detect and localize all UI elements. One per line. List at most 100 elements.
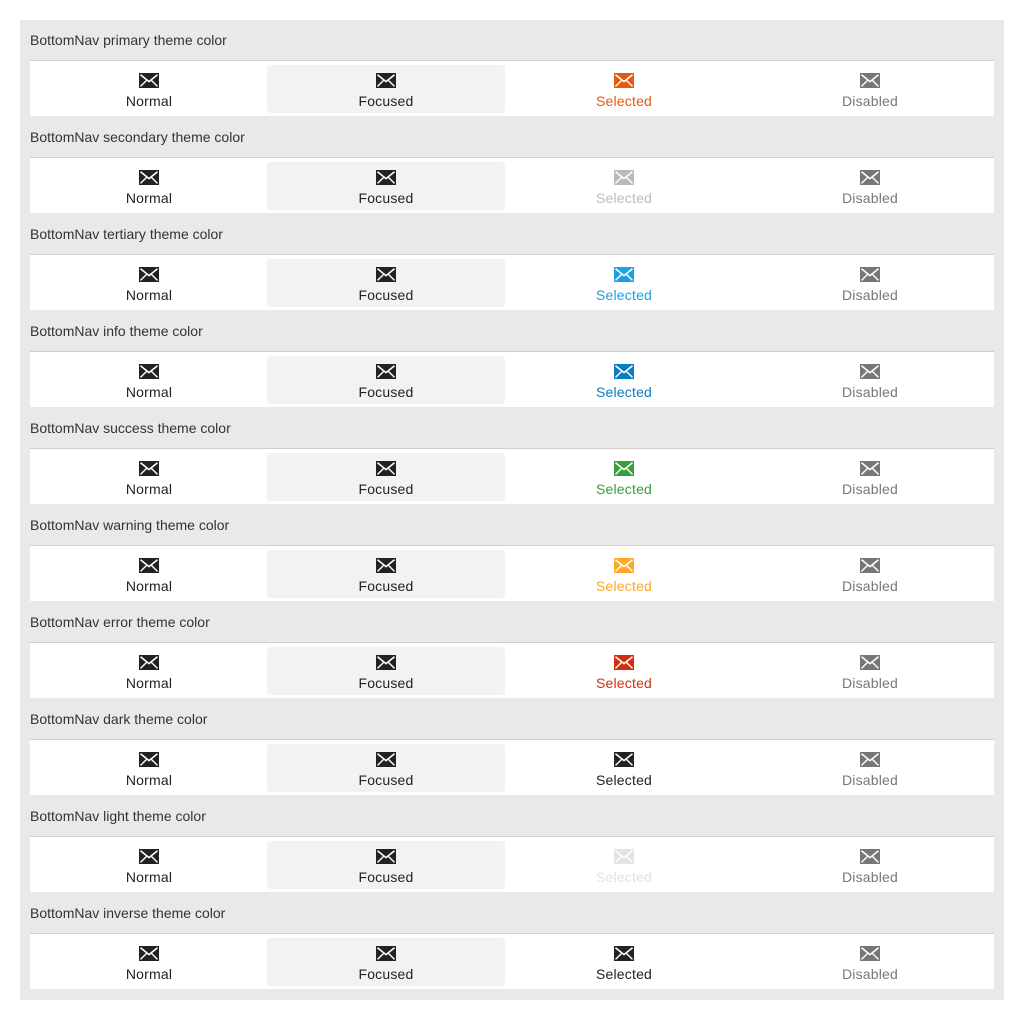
bottom-nav-label: Normal	[125, 287, 173, 303]
bottom-nav-item-selected[interactable]: Selected	[505, 65, 743, 113]
section-title: BottomNav warning theme color	[30, 517, 230, 533]
bottom-nav-item-selected[interactable]: Selected	[505, 550, 743, 598]
demo-panel: BottomNav primary theme color Normal Focus…	[20, 20, 1004, 1000]
envelope-icon	[860, 558, 880, 573]
envelope-icon	[139, 655, 159, 670]
bottom-nav-item-focused[interactable]: Focused	[267, 162, 505, 210]
envelope-icon	[139, 461, 159, 476]
bottom-nav: Normal Focused Selected Disabled	[30, 642, 994, 698]
bottom-nav-label: Normal	[125, 578, 173, 594]
bottom-nav-label: Disabled	[841, 578, 899, 594]
bottom-nav-label: Disabled	[841, 772, 899, 788]
bottom-nav-label: Disabled	[841, 190, 899, 206]
envelope-icon	[860, 73, 880, 88]
bottom-nav-item-normal[interactable]: Normal	[30, 841, 268, 889]
envelope-icon	[860, 946, 880, 961]
bottom-nav: Normal Focused Selected Disabled	[30, 739, 994, 795]
bottom-nav-item-selected[interactable]: Selected	[505, 744, 743, 792]
bottom-nav-item-focused[interactable]: Focused	[267, 356, 505, 404]
bottom-nav-label: Focused	[358, 772, 414, 788]
bottom-nav-label: Selected	[595, 190, 653, 206]
bottom-nav-item-focused[interactable]: Focused	[267, 841, 505, 889]
bottom-nav-item-focused[interactable]: Focused	[267, 259, 505, 307]
bottom-nav-item-normal[interactable]: Normal	[30, 356, 268, 404]
bottom-nav-label: Normal	[125, 966, 173, 982]
bottom-nav-item-normal[interactable]: Normal	[30, 65, 268, 113]
bottom-nav: Normal Focused Selected Disabled	[30, 933, 994, 989]
bottom-nav-label: Focused	[358, 93, 414, 109]
bottom-nav-label: Focused	[358, 966, 414, 982]
envelope-icon	[139, 849, 159, 864]
bottom-nav-item-selected[interactable]: Selected	[505, 938, 743, 986]
bottom-nav-item-disabled: Disabled	[751, 453, 989, 501]
bottom-nav-label: Focused	[358, 675, 414, 691]
bottom-nav-item-focused[interactable]: Focused	[267, 550, 505, 598]
bottom-nav-item-focused[interactable]: Focused	[267, 453, 505, 501]
bottom-nav-item-disabled: Disabled	[751, 65, 989, 113]
bottom-nav-label: Selected	[595, 384, 653, 400]
envelope-icon	[860, 752, 880, 767]
bottom-nav-label: Selected	[595, 481, 653, 497]
envelope-icon	[614, 946, 634, 961]
bottom-nav: Normal Focused Selected Disabled	[30, 351, 994, 407]
bottom-nav-item-focused[interactable]: Focused	[267, 65, 505, 113]
bottom-nav-label: Disabled	[841, 869, 899, 885]
bottom-nav-label: Disabled	[841, 287, 899, 303]
envelope-icon	[860, 364, 880, 379]
bottom-nav-label: Normal	[125, 190, 173, 206]
envelope-icon	[139, 267, 159, 282]
bottom-nav-label: Selected	[595, 869, 653, 885]
bottom-nav-item-selected[interactable]: Selected	[505, 647, 743, 695]
section-title: BottomNav tertiary theme color	[30, 226, 223, 242]
bottom-nav-item-normal[interactable]: Normal	[30, 647, 268, 695]
envelope-icon	[614, 364, 634, 379]
envelope-icon	[139, 73, 159, 88]
bottom-nav-item-disabled: Disabled	[751, 938, 989, 986]
bottom-nav-item-disabled: Disabled	[751, 356, 989, 404]
envelope-icon	[860, 461, 880, 476]
section-title: BottomNav secondary theme color	[30, 129, 245, 145]
bottom-nav-label: Focused	[358, 287, 414, 303]
section-title: BottomNav success theme color	[30, 420, 231, 436]
bottom-nav-item-normal[interactable]: Normal	[30, 162, 268, 210]
bottom-nav-item-normal[interactable]: Normal	[30, 744, 268, 792]
bottom-nav: Normal Focused Selected Disabled	[30, 448, 994, 504]
bottom-nav-label: Focused	[358, 869, 414, 885]
bottom-nav-item-disabled: Disabled	[751, 841, 989, 889]
bottom-nav-item-focused[interactable]: Focused	[267, 647, 505, 695]
envelope-icon	[614, 655, 634, 670]
section-title: BottomNav inverse theme color	[30, 905, 226, 921]
bottom-nav-item-normal[interactable]: Normal	[30, 453, 268, 501]
bottom-nav-label: Selected	[595, 966, 653, 982]
bottom-nav-label: Normal	[125, 384, 173, 400]
bottom-nav-item-disabled: Disabled	[751, 647, 989, 695]
envelope-icon	[376, 558, 396, 573]
envelope-icon	[376, 849, 396, 864]
bottom-nav-item-normal[interactable]: Normal	[30, 550, 268, 598]
bottom-nav-item-normal[interactable]: Normal	[30, 938, 268, 986]
envelope-icon	[376, 752, 396, 767]
bottom-nav-item-selected[interactable]: Selected	[505, 356, 743, 404]
bottom-nav-item-disabled: Disabled	[751, 744, 989, 792]
bottom-nav-item-normal[interactable]: Normal	[30, 259, 268, 307]
bottom-nav-item-selected[interactable]: Selected	[505, 259, 743, 307]
bottom-nav: Normal Focused Selected Disabled	[30, 836, 994, 892]
bottom-nav-item-selected[interactable]: Selected	[505, 453, 743, 501]
envelope-icon	[376, 461, 396, 476]
bottom-nav-item-disabled: Disabled	[751, 162, 989, 210]
envelope-icon	[860, 170, 880, 185]
envelope-icon	[614, 558, 634, 573]
bottom-nav-item-focused[interactable]: Focused	[267, 938, 505, 986]
bottom-nav-item-selected[interactable]: Selected	[505, 841, 743, 889]
bottom-nav-label: Disabled	[841, 675, 899, 691]
bottom-nav-label: Selected	[595, 675, 653, 691]
bottom-nav-item-selected[interactable]: Selected	[505, 162, 743, 210]
bottom-nav-item-disabled: Disabled	[751, 259, 989, 307]
bottom-nav-item-focused[interactable]: Focused	[267, 744, 505, 792]
envelope-icon	[614, 267, 634, 282]
bottom-nav-label: Normal	[125, 869, 173, 885]
envelope-icon	[614, 73, 634, 88]
envelope-icon	[614, 752, 634, 767]
bottom-nav-label: Disabled	[841, 481, 899, 497]
section-title: BottomNav light theme color	[30, 808, 206, 824]
